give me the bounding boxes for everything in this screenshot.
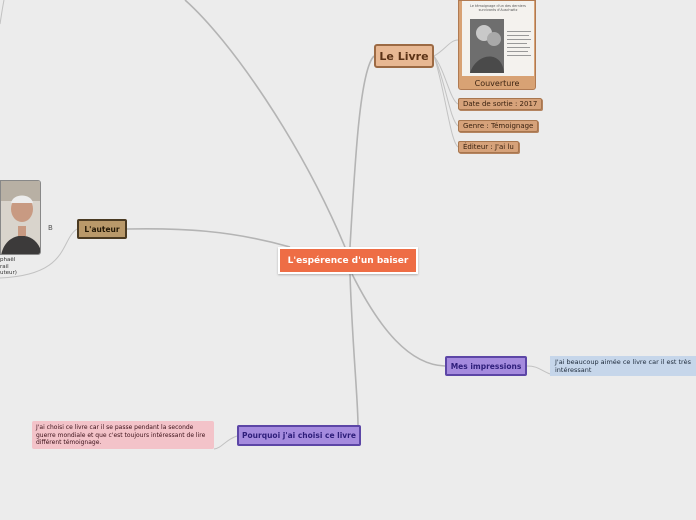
cover-image-card[interactable]: Le témoignage d'un des derniers survivan… xyxy=(458,0,536,90)
cover-label: Couverture xyxy=(474,79,520,88)
connector-pourquoi xyxy=(349,273,359,426)
connector-tag-editeur xyxy=(433,55,459,148)
connector-livre xyxy=(349,55,375,248)
cover-illustration: Le témoignage d'un des derniers survivan… xyxy=(462,1,534,76)
author-caption-line-3: uteur) xyxy=(0,270,17,276)
author-photo[interactable] xyxy=(0,180,41,255)
pourquoi-text[interactable]: J'ai choisi ce livre car il se passe pen… xyxy=(32,421,214,449)
central-topic[interactable]: L'espérence d'un baiser xyxy=(278,247,418,274)
cover-text-line-2: survivants d'Auschwitz xyxy=(479,8,518,12)
connector-cover xyxy=(433,39,459,57)
author-portrait xyxy=(1,181,40,254)
topic-l-auteur[interactable]: L'auteur xyxy=(77,219,127,239)
connector-tag-date xyxy=(433,55,459,105)
collapsed-fragment: B xyxy=(48,224,53,232)
tag-date-de-sortie[interactable]: Date de sortie : 2017 xyxy=(458,98,543,110)
topic-mes-impressions[interactable]: Mes impressions xyxy=(445,356,527,376)
tag-genre[interactable]: Genre : Témoignage xyxy=(458,120,539,132)
cover-image: Le témoignage d'un des derniers survivan… xyxy=(462,1,534,76)
topic-le-livre[interactable]: Le Livre xyxy=(374,44,434,68)
connector-tag-genre xyxy=(433,55,459,127)
connector-top-left xyxy=(184,0,346,248)
connector-auteur xyxy=(126,227,291,248)
connector-pourquoi-text xyxy=(213,435,238,450)
connector-impr-text xyxy=(526,365,551,375)
tag-editeur[interactable]: Éditeur : J'ai lu xyxy=(458,141,519,153)
author-caption: phaël rail uteur) xyxy=(0,257,60,277)
topic-pourquoi[interactable]: Pourquoi j'ai choisi ce livre xyxy=(237,425,361,446)
connector-impressions xyxy=(351,273,446,367)
connector-left-edge xyxy=(0,0,5,25)
impressions-text[interactable]: J'ai beaucoup aimée ce livre car il est … xyxy=(550,356,696,376)
